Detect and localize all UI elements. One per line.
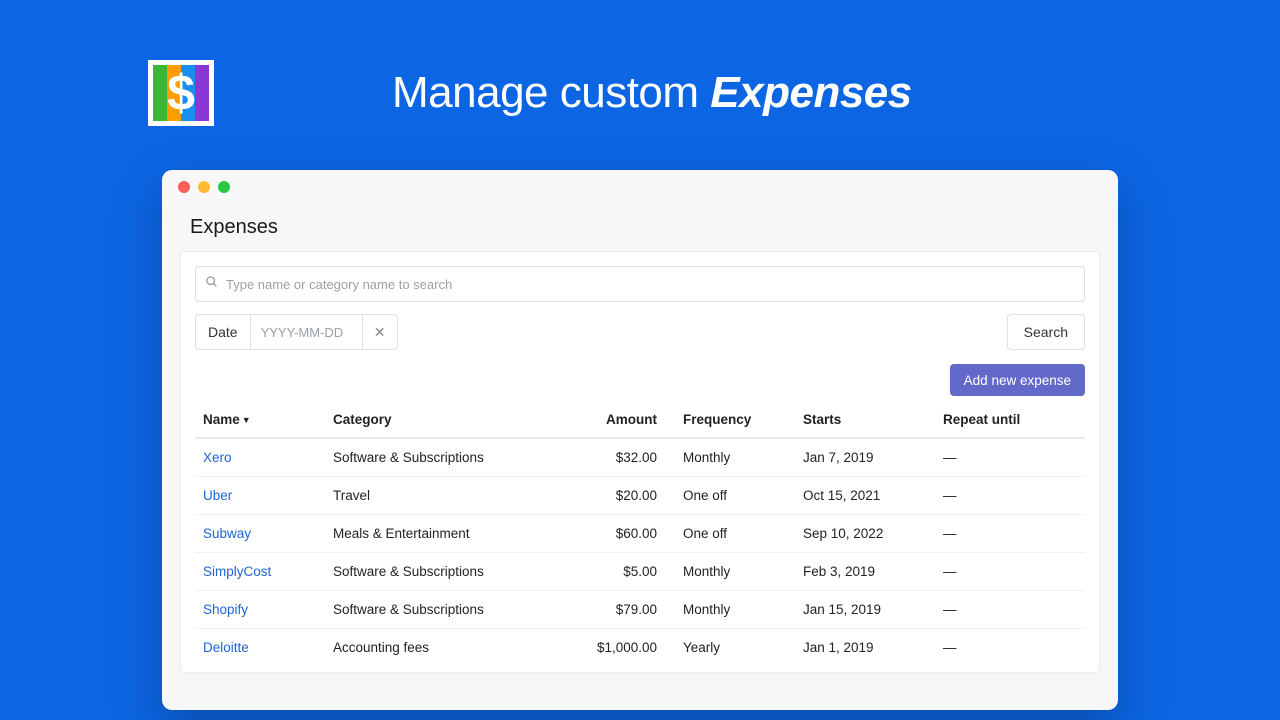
cell-amount: $60.00 — [585, 515, 675, 553]
cell-repeat-until: — — [935, 438, 1085, 477]
app-logo: $ — [148, 60, 214, 126]
page-title: Expenses — [190, 216, 1118, 239]
cell-name: Shopify — [195, 591, 325, 629]
cell-repeat-until: — — [935, 629, 1085, 667]
cell-frequency: One off — [675, 515, 795, 553]
cell-category: Accounting fees — [325, 629, 585, 667]
cell-category: Software & Subscriptions — [325, 591, 585, 629]
cell-starts: Oct 15, 2021 — [795, 477, 935, 515]
hero-title-plain: Manage custom — [392, 68, 710, 117]
cell-category: Meals & Entertainment — [325, 515, 585, 553]
cell-amount: $1,000.00 — [585, 629, 675, 667]
expenses-card: Date ✕ Search Add new expense Name▼ Cate… — [180, 251, 1100, 673]
cell-amount: $32.00 — [585, 438, 675, 477]
table-row: Deloitte Accounting fees$1,000.00YearlyJa… — [195, 629, 1085, 667]
column-header-name[interactable]: Name▼ — [195, 402, 325, 438]
cell-repeat-until: — — [935, 515, 1085, 553]
cell-category: Software & Subscriptions — [325, 438, 585, 477]
column-header-starts[interactable]: Starts — [795, 402, 935, 438]
column-header-repeat-until[interactable]: Repeat until — [935, 402, 1085, 438]
cell-starts: Jan 1, 2019 — [795, 629, 935, 667]
cell-category: Travel — [325, 477, 585, 515]
table-row: Subway Meals & Entertainment$60.00One off… — [195, 515, 1085, 553]
window-close-button[interactable] — [178, 181, 190, 193]
table-row: Shopify Software & Subscriptions$79.00Mon… — [195, 591, 1085, 629]
cell-frequency: Monthly — [675, 591, 795, 629]
cell-frequency: One off — [675, 477, 795, 515]
table-row: Xero Software & Subscriptions$32.00Monthl… — [195, 438, 1085, 477]
cell-name: Uber — [195, 477, 325, 515]
expense-link[interactable]: Deloitte — [203, 640, 249, 655]
sort-desc-icon: ▼ — [242, 415, 251, 425]
app-window: Expenses Date ✕ Search Add ne — [162, 170, 1118, 710]
column-header-frequency[interactable]: Frequency — [675, 402, 795, 438]
cell-starts: Jan 7, 2019 — [795, 438, 935, 477]
cell-name: Deloitte — [195, 629, 325, 667]
date-filter-group: Date ✕ — [195, 314, 398, 350]
expense-link[interactable]: Shopify — [203, 602, 248, 617]
cell-repeat-until: — — [935, 591, 1085, 629]
hero-title-emphasis: Expenses — [710, 68, 911, 117]
cell-name: SimplyCost — [195, 553, 325, 591]
window-zoom-button[interactable] — [218, 181, 230, 193]
table-row: Uber Travel$20.00One offOct 15, 2021— — [195, 477, 1085, 515]
expenses-table: Name▼ Category Amount Frequency Starts R… — [195, 402, 1085, 666]
cell-starts: Sep 10, 2022 — [795, 515, 935, 553]
expense-link[interactable]: Uber — [203, 488, 232, 503]
add-expense-button[interactable]: Add new expense — [950, 364, 1085, 396]
expense-link[interactable]: Subway — [203, 526, 251, 541]
hero-title: Manage custom Expenses — [392, 68, 912, 118]
close-icon: ✕ — [374, 324, 386, 340]
date-filter-input[interactable] — [250, 314, 362, 350]
cell-frequency: Yearly — [675, 629, 795, 667]
search-input[interactable] — [195, 266, 1085, 302]
cell-amount: $20.00 — [585, 477, 675, 515]
cell-starts: Jan 15, 2019 — [795, 591, 935, 629]
column-header-category[interactable]: Category — [325, 402, 585, 438]
search-button[interactable]: Search — [1007, 314, 1085, 350]
column-header-amount[interactable]: Amount — [585, 402, 675, 438]
cell-repeat-until: — — [935, 477, 1085, 515]
window-minimize-button[interactable] — [198, 181, 210, 193]
date-filter-label: Date — [195, 314, 250, 350]
date-filter-clear-button[interactable]: ✕ — [362, 314, 398, 350]
cell-frequency: Monthly — [675, 553, 795, 591]
cell-category: Software & Subscriptions — [325, 553, 585, 591]
expense-link[interactable]: Xero — [203, 450, 232, 465]
expense-link[interactable]: SimplyCost — [203, 564, 271, 579]
cell-amount: $79.00 — [585, 591, 675, 629]
cell-name: Subway — [195, 515, 325, 553]
cell-repeat-until: — — [935, 553, 1085, 591]
window-titlebar — [162, 170, 1118, 204]
table-row: SimplyCost Software & Subscriptions$5.00M… — [195, 553, 1085, 591]
cell-frequency: Monthly — [675, 438, 795, 477]
cell-starts: Feb 3, 2019 — [795, 553, 935, 591]
logo-letter: $ — [150, 62, 212, 124]
cell-name: Xero — [195, 438, 325, 477]
cell-amount: $5.00 — [585, 553, 675, 591]
